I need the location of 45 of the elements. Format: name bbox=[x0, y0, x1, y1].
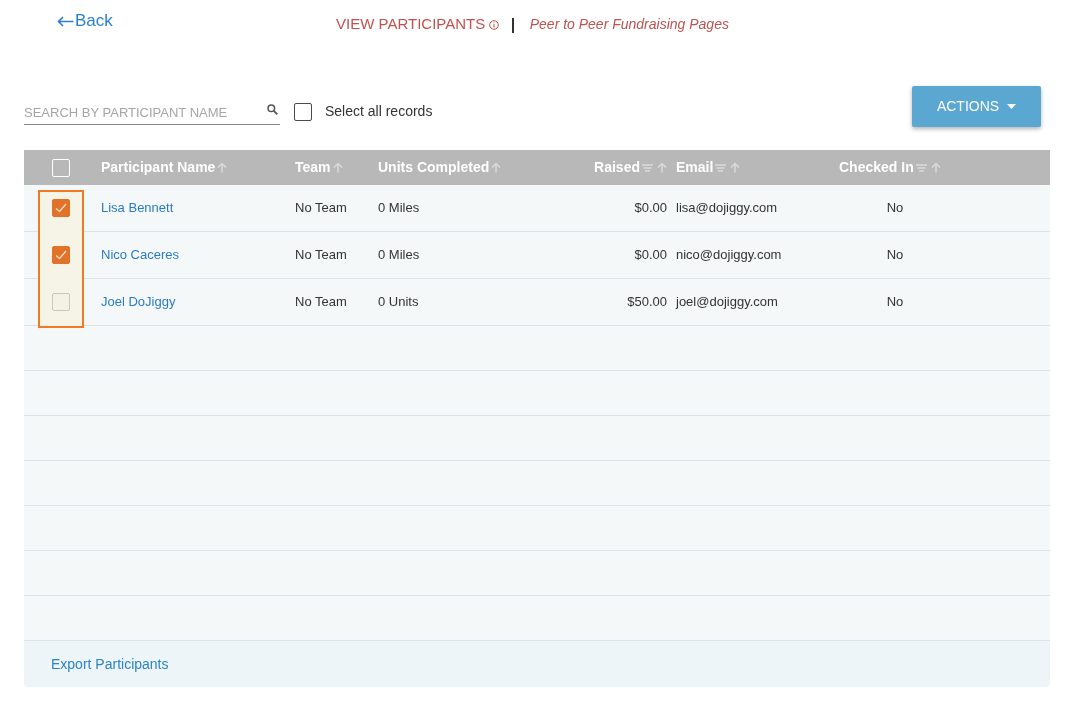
export-participants-link[interactable]: Export Participants bbox=[51, 653, 169, 675]
column-header[interactable]: Email bbox=[676, 157, 714, 178]
search-field[interactable]: SEARCH BY PARTICIPANT NAME bbox=[24, 100, 280, 125]
table-cell-text: No bbox=[886, 199, 904, 218]
info-icon[interactable] bbox=[489, 20, 500, 30]
sort-arrow-icon[interactable] bbox=[730, 162, 741, 173]
filter-icon[interactable] bbox=[715, 163, 727, 172]
table-cell-text: No Team bbox=[295, 199, 347, 218]
table-cell-text: No Team bbox=[295, 246, 347, 265]
sort-arrow-icon[interactable] bbox=[332, 162, 343, 173]
participant-name-link[interactable]: Nico Caceres bbox=[101, 245, 180, 265]
sort-arrow-icon[interactable] bbox=[930, 162, 941, 173]
table-cell-text: 0 Units bbox=[378, 293, 419, 312]
sort-arrow-icon[interactable] bbox=[491, 162, 502, 173]
table-cell-text: No bbox=[886, 246, 904, 265]
column-header[interactable]: Participant Name bbox=[101, 157, 216, 178]
table-cell-text: $0.00 bbox=[634, 246, 667, 265]
column-header[interactable]: Checked In bbox=[839, 157, 914, 178]
table-cell-text: No Team bbox=[295, 293, 347, 312]
table-cell-text: 0 Miles bbox=[378, 246, 420, 265]
select-all-label: Select all records bbox=[325, 102, 433, 121]
checkbox[interactable] bbox=[294, 102, 312, 121]
column-header[interactable]: Team bbox=[295, 157, 331, 178]
back-link[interactable]: Back bbox=[57, 8, 113, 34]
page-subtitle: Peer to Peer Fundraising Pages bbox=[529, 15, 729, 34]
table-cell-text: nico@dojiggy.com bbox=[676, 246, 782, 265]
filter-icon[interactable] bbox=[915, 163, 927, 172]
table-cell-text: $0.00 bbox=[634, 199, 667, 218]
caret-down-icon bbox=[1007, 104, 1017, 109]
column-header[interactable]: Units Completed bbox=[378, 157, 490, 178]
table-cell-text: $50.00 bbox=[627, 293, 667, 312]
filter-icon[interactable] bbox=[642, 163, 653, 172]
participant-name-link[interactable]: Joel DoJiggy bbox=[101, 292, 176, 312]
table-cell-text: 0 Miles bbox=[378, 199, 420, 218]
arrow-left-icon bbox=[57, 15, 74, 27]
sort-arrow-icon[interactable] bbox=[657, 162, 667, 173]
search-icon[interactable] bbox=[267, 103, 278, 115]
table-cell-text: lisa@dojiggy.com bbox=[676, 199, 778, 218]
page-title: VIEW PARTICIPANTS bbox=[336, 13, 486, 34]
table-cell-text: joel@dojiggy.com bbox=[676, 293, 778, 312]
sort-arrow-icon[interactable] bbox=[217, 162, 228, 173]
table-cell-text: No bbox=[886, 293, 904, 312]
actions-button[interactable]: ACTIONS bbox=[912, 86, 1041, 127]
participant-name-link[interactable]: Lisa Bennett bbox=[101, 198, 174, 218]
column-header[interactable]: Raised bbox=[594, 157, 640, 178]
